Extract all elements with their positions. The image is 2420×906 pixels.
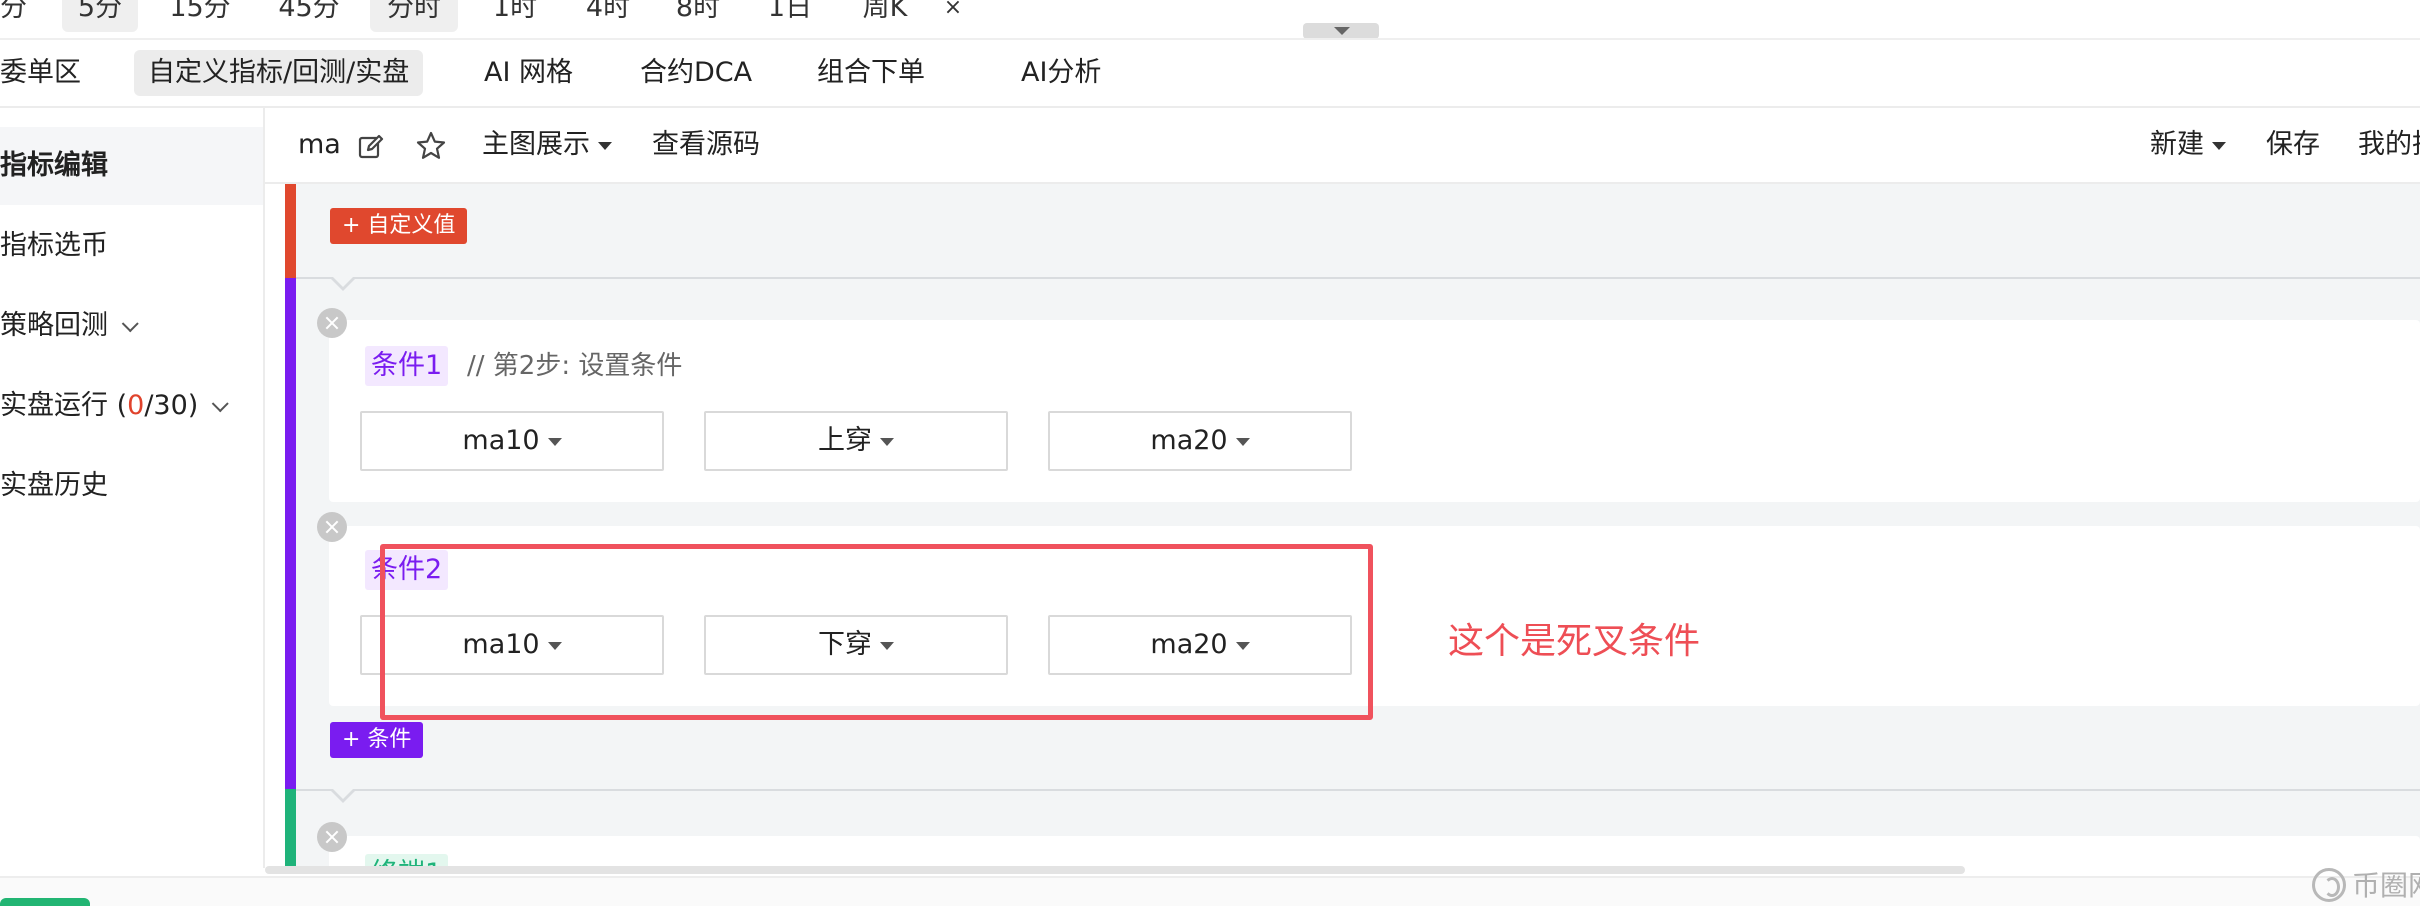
sidebar-item-label: 指标选币	[0, 230, 108, 261]
collapse-handle-icon[interactable]	[1303, 23, 1379, 39]
tool-tabs: 委单区 自定义指标/回测/实盘 AI 网格 合约DCA 组合下单 AI分析	[0, 40, 2420, 108]
timeframe-item-active[interactable]: 分时	[370, 0, 458, 32]
tab-orders[interactable]: 委单区	[0, 50, 95, 96]
caret-down-icon	[598, 141, 612, 150]
divider-notch	[331, 277, 355, 291]
horizontal-scrollbar[interactable]	[265, 866, 1965, 874]
tab-custom-indicator[interactable]: 自定义指标/回测/实盘	[134, 50, 424, 96]
section-divider	[296, 277, 2420, 279]
star-icon[interactable]	[415, 130, 447, 162]
bottom-tab-chip[interactable]	[0, 898, 90, 906]
strategy-editor: + 自定义值 条件1 // 第2步: 设置条件 ma10 上穿 ma20 条件2…	[285, 184, 2420, 874]
sidebar-item-live-history[interactable]: 实盘历史	[0, 447, 263, 525]
divider-notch	[331, 789, 355, 803]
chevron-down-icon	[121, 315, 139, 333]
remove-icon[interactable]	[317, 308, 347, 338]
watermark-logo-icon	[2312, 868, 2346, 902]
sidebar-item-label: 指标编辑	[0, 150, 108, 181]
my-indicators-button[interactable]: 我的指	[2358, 122, 2420, 168]
annotation-text: 这个是死叉条件	[1448, 621, 1701, 662]
sidebar: 指标编辑 指标选币 策略回测 实盘运行 (0/30) 实盘历史	[0, 108, 265, 868]
timeframe-item[interactable]: 分	[0, 0, 27, 32]
add-custom-value-button[interactable]: + 自定义值	[330, 208, 468, 244]
remove-icon[interactable]	[317, 822, 347, 852]
timeframe-item[interactable]: 15分	[162, 0, 238, 32]
sidebar-item-label: 实盘历史	[0, 470, 108, 501]
sidebar-item-live-running[interactable]: 实盘运行 (0/30)	[0, 367, 263, 445]
condition-comment: // 第2步: 设置条件	[467, 351, 683, 381]
left-operand-select[interactable]: ma10	[360, 411, 664, 471]
custom-value-stripe	[285, 184, 296, 278]
operator-select[interactable]: 上穿	[704, 411, 1008, 471]
timeframe-item[interactable]: 周K	[850, 0, 920, 32]
tab-contract-dca[interactable]: 合约DCA	[626, 50, 766, 96]
timeframe-item[interactable]: 4时	[575, 0, 641, 32]
tab-ai-grid[interactable]: AI 网格	[470, 50, 587, 96]
timeframe-item[interactable]: 1日	[755, 0, 825, 32]
tab-ai-analysis[interactable]: AI分析	[1007, 50, 1115, 96]
bottom-bar	[0, 876, 2420, 906]
timeframe-item[interactable]: 8时	[665, 0, 731, 32]
timeframe-item[interactable]: 1时	[480, 0, 550, 32]
condition-tag: 条件1	[365, 346, 449, 386]
right-operand-select[interactable]: ma20	[1048, 411, 1352, 471]
close-icon[interactable]: ×	[940, 0, 966, 32]
save-button[interactable]: 保存	[2266, 122, 2320, 168]
caret-down-icon	[547, 437, 562, 446]
conditions-stripe	[285, 278, 296, 789]
edit-icon[interactable]	[357, 130, 387, 160]
timeframe-item[interactable]: 45分	[265, 0, 353, 32]
view-source-button[interactable]: 查看源码	[652, 122, 760, 168]
display-mode-dropdown[interactable]: 主图展示	[482, 122, 612, 168]
watermark: 币圈网	[2312, 862, 2420, 906]
editor-toolbar: ma 主图展示 查看源码 新建 保存 我的指	[265, 108, 2420, 184]
timeframe-bar: 分 5分 15分 45分 分时 1时 4时 8时 1日 周K ×	[0, 0, 2420, 40]
add-condition-button[interactable]: + 条件	[330, 722, 424, 758]
sidebar-item-backtest[interactable]: 策略回测	[0, 287, 263, 365]
section-divider	[296, 789, 2420, 791]
chevron-down-icon	[212, 395, 230, 413]
timeframe-item-active[interactable]: 5分	[62, 0, 138, 32]
tab-combo-order[interactable]: 组合下单	[803, 50, 939, 96]
sidebar-item-label: 实盘运行 (0/30)	[0, 390, 199, 421]
sidebar-item-indicator-screener[interactable]: 指标选币	[0, 207, 263, 285]
sidebar-item-label: 策略回测	[0, 310, 108, 341]
sidebar-item-indicator-edit[interactable]: 指标编辑	[0, 127, 263, 205]
remove-icon[interactable]	[317, 512, 347, 542]
running-count: 0	[127, 390, 145, 421]
caret-down-icon	[2212, 141, 2226, 150]
caret-down-icon	[880, 437, 894, 446]
highlight-box	[380, 544, 1373, 720]
indicator-name: ma	[298, 129, 341, 160]
terminal-stripe	[285, 789, 296, 874]
caret-down-icon	[1235, 437, 1250, 446]
new-dropdown[interactable]: 新建	[2150, 122, 2226, 168]
